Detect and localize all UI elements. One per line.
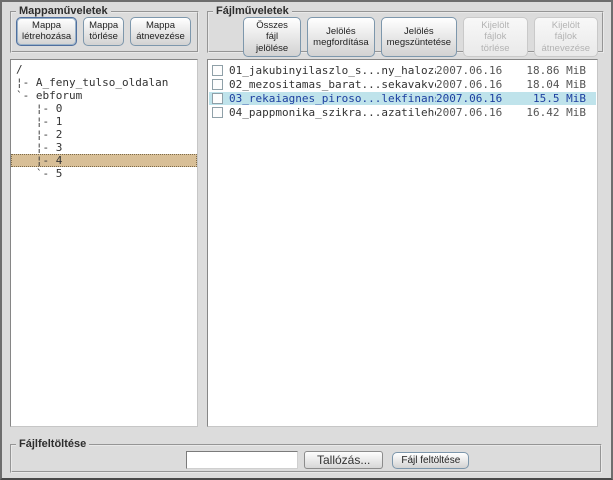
file-name: 04_pappmonika_szikra...azatilehetosegek.…	[229, 106, 436, 119]
rename-folder-button[interactable]: Mappa átnevezése	[130, 17, 191, 46]
rename-selected-files-button: Kijelölt fájlok átnevezése	[533, 17, 598, 58]
browse-button[interactable]: Tallózás...	[304, 451, 384, 469]
file-checkbox[interactable]	[212, 65, 223, 76]
create-folder-button[interactable]: Mappa létrehozása	[16, 17, 78, 46]
upload-filename-input[interactable]	[186, 451, 298, 469]
file-upload-panel: Fájlfeltöltése Tallózás... Fájl feltölté…	[10, 439, 602, 473]
file-operations-legend: Fájlműveletek	[216, 5, 289, 17]
file-size: 18.04 MiB	[526, 78, 586, 91]
tree-item-4-selected[interactable]: ¦- 4	[11, 154, 197, 167]
file-name: 02_mezositamas_barat...sekavakvezetorol.…	[229, 78, 436, 91]
tree-item-3[interactable]: ¦- 3	[11, 141, 197, 154]
tree-item-root[interactable]: /	[11, 63, 197, 76]
file-list-panel: 01_jakubinyilaszlo_s...ny_halozatepites.…	[207, 59, 598, 427]
folder-operations-legend: Mappaműveletek	[19, 5, 108, 17]
invert-selection-button[interactable]: Jelölés megfordítása	[307, 17, 375, 58]
select-all-files-label-line2: jelölése	[255, 42, 289, 54]
file-checkbox[interactable]	[212, 93, 223, 104]
select-all-files-button[interactable]: Összes fájl jelölése	[243, 17, 302, 58]
invert-selection-label-line2: megfordítása	[313, 37, 369, 49]
delete-folder-button[interactable]: Mappa törlése	[83, 17, 125, 46]
file-checkbox[interactable]	[212, 107, 223, 118]
tree-item-0[interactable]: ¦- 0	[11, 102, 197, 115]
delete-selected-files-label-line1: Kijelölt fájlok	[481, 20, 510, 43]
folder-buttons-row: Mappa létrehozása Mappa törlése Mappa át…	[16, 17, 193, 46]
invert-selection-label-line1: Jelölés	[326, 25, 356, 37]
file-checkbox[interactable]	[212, 79, 223, 90]
clear-selection-label-line1: Jelölés	[404, 25, 434, 37]
rename-folder-label-line2: átnevezése	[136, 31, 185, 43]
tree-item-5[interactable]: `- 5	[11, 167, 197, 180]
file-name: 01_jakubinyilaszlo_s...ny_halozatepites.…	[229, 64, 436, 77]
file-row-1[interactable]: 01_jakubinyilaszlo_s...ny_halozatepites.…	[209, 64, 596, 77]
delete-folder-label-line1: Mappa	[89, 20, 119, 31]
create-folder-label-line2: létrehozása	[22, 31, 72, 43]
file-size: 18.86 MiB	[526, 64, 586, 77]
upload-row: Tallózás... Fájl feltöltése	[186, 451, 596, 469]
delete-selected-files-label-line2: törlése	[481, 42, 510, 54]
tree-item-2[interactable]: ¦- 2	[11, 128, 197, 141]
file-operations-panel: Fájlműveletek Összes fájl jelölése Jelöl…	[207, 5, 604, 58]
folder-tree-panel: / ¦- A_feny_tulso_oldalan `- ebforum ¦- …	[10, 59, 198, 427]
clear-selection-button[interactable]: Jelölés megszüntetése	[380, 17, 458, 58]
file-date: 2007.06.16	[436, 78, 503, 91]
file-upload-legend: Fájlfeltöltése	[19, 438, 87, 450]
file-date: 2007.06.16	[436, 64, 503, 77]
file-buttons-row: Összes fájl jelölése Jelölés megfordítás…	[243, 17, 598, 58]
upload-file-button[interactable]: Fájl feltöltése	[392, 451, 470, 469]
tree-item-a-feny-tulso-oldalan[interactable]: ¦- A_feny_tulso_oldalan	[11, 76, 197, 89]
file-size: 16.42 MiB	[526, 106, 586, 119]
file-manager-window: Mappaműveletek Mappa létrehozása Mappa t…	[0, 0, 613, 480]
rename-selected-files-label-line1: Kijelölt fájlok	[551, 20, 580, 43]
file-date: 2007.06.16	[436, 92, 503, 105]
create-folder-label-line1: Mappa	[32, 20, 62, 31]
delete-folder-label-line2: törlése	[89, 31, 118, 43]
file-row-4[interactable]: 04_pappmonika_szikra...azatilehetosegek.…	[209, 106, 596, 119]
file-row-3-selected[interactable]: 03_rekaiagnes_piroso...lekfinanszirozas.…	[209, 92, 596, 105]
file-date: 2007.06.16	[436, 106, 503, 119]
select-all-files-label-line1: Összes fájl	[256, 20, 288, 43]
file-size: 15.5 MiB	[533, 92, 586, 105]
clear-selection-label-line2: megszüntetése	[386, 37, 452, 49]
file-row-2[interactable]: 02_mezositamas_barat...sekavakvezetorol.…	[209, 78, 596, 91]
tree-item-1[interactable]: ¦- 1	[11, 115, 197, 128]
file-name: 03_rekaiagnes_piroso...lekfinanszirozas.…	[229, 92, 436, 105]
tree-item-ebforum[interactable]: `- ebforum	[11, 89, 197, 102]
folder-operations-panel: Mappaműveletek Mappa létrehozása Mappa t…	[10, 6, 199, 53]
rename-folder-label-line1: Mappa	[145, 20, 176, 31]
delete-selected-files-button: Kijelölt fájlok törlése	[463, 17, 528, 58]
rename-selected-files-label-line2: átnevezése	[541, 42, 591, 54]
